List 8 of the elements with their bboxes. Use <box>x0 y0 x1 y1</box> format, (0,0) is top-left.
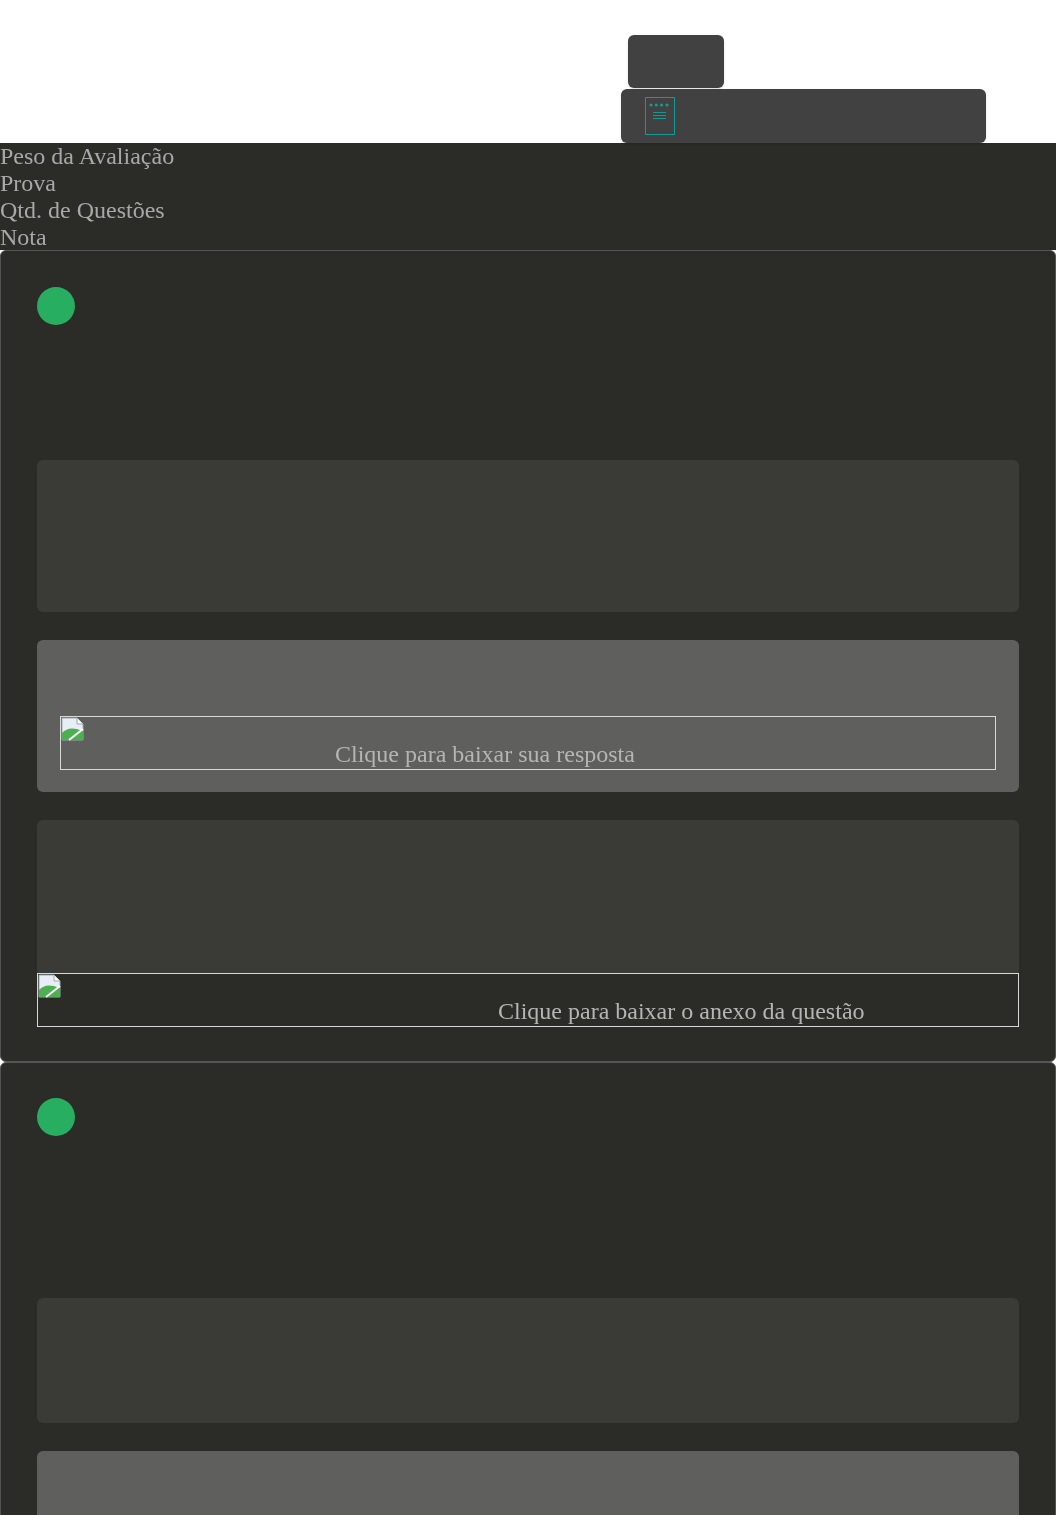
header-label: Prova <box>0 170 56 197</box>
broken-image-icon <box>61 717 85 741</box>
header-label: Peso da Avaliação <box>0 143 175 170</box>
document-icon[interactable] <box>645 97 675 135</box>
header-label: Nota <box>0 224 47 251</box>
broken-image-icon <box>38 974 62 998</box>
header-label: Qtd. de Questões <box>0 197 165 224</box>
download-link[interactable]: Clique para baixar o anexo da questão <box>37 973 1019 1027</box>
